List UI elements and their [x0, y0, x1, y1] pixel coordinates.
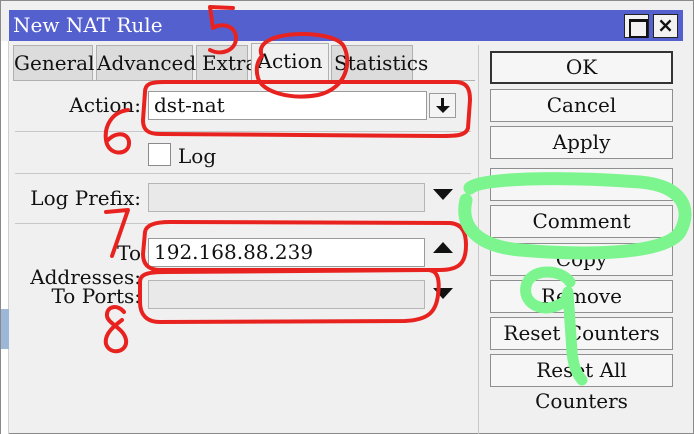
ok-button[interactable]: OK — [490, 51, 673, 84]
button-panel-divider — [478, 45, 479, 434]
log-prefix-field[interactable] — [148, 183, 425, 212]
separator-1 — [15, 131, 471, 132]
to-ports-expand-icon[interactable] — [433, 288, 453, 299]
background-list-strip — [1, 41, 9, 434]
comment-button[interactable]: Comment — [490, 205, 673, 238]
separator-3 — [15, 223, 471, 224]
maximize-icon[interactable] — [624, 14, 649, 38]
action-select[interactable]: dst-nat — [148, 91, 427, 120]
tab-advanced[interactable]: Advanced — [96, 45, 196, 81]
reset-all-counters-button[interactable]: Reset All Counters — [490, 354, 673, 413]
reset-counters-button[interactable]: Reset Counters — [490, 317, 673, 350]
log-prefix-label: Log Prefix: — [30, 186, 141, 210]
remove-button[interactable]: Remove — [490, 280, 673, 313]
tab-action[interactable]: Action — [251, 43, 329, 81]
to-addresses-field[interactable]: 192.168.88.239 — [148, 238, 425, 267]
dropdown-arrowhead-icon — [436, 106, 450, 113]
close-icon[interactable]: × — [653, 13, 678, 38]
log-checkbox[interactable] — [148, 143, 171, 166]
tab-strip-border — [13, 80, 475, 81]
apply-button[interactable]: Apply — [490, 126, 673, 159]
action-label: Action: — [69, 93, 141, 117]
log-prefix-expand-icon[interactable] — [433, 189, 453, 200]
window-title: New NAT Rule — [13, 13, 163, 37]
close-glyph: × — [657, 13, 674, 37]
tab-statistics[interactable]: Statistics — [331, 45, 428, 81]
action-dropdown-button[interactable] — [429, 93, 456, 118]
separator-2 — [15, 173, 471, 174]
selected-row-marker — [1, 309, 9, 349]
to-addresses-collapse-icon[interactable] — [433, 242, 453, 253]
to-ports-field[interactable] — [148, 280, 425, 309]
cancel-button[interactable]: Cancel — [490, 89, 673, 122]
disable-button[interactable] — [490, 168, 673, 201]
title-bar: New NAT Rule × — [9, 10, 683, 41]
tab-extra[interactable]: Extra — [196, 45, 257, 81]
copy-button[interactable]: Copy — [490, 243, 673, 276]
log-label: Log — [178, 144, 217, 168]
new-nat-rule-window: New NAT Rule × General Advanced Extra Ac… — [0, 0, 694, 434]
tab-general[interactable]: General — [13, 45, 94, 81]
to-addresses-label: To Addresses: — [30, 241, 141, 289]
to-ports-label: To Ports: — [51, 284, 141, 308]
